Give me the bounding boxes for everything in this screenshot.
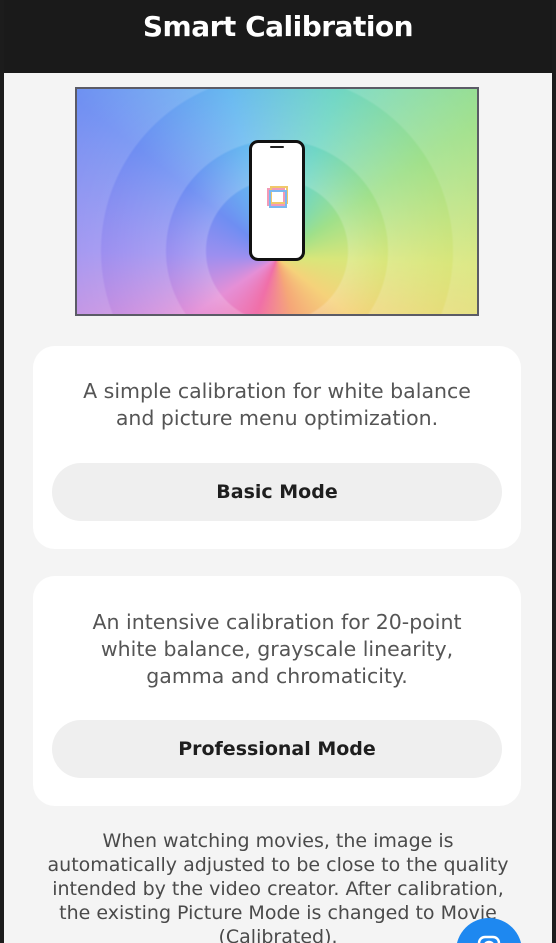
phone-notch bbox=[270, 146, 284, 148]
smart-calibration-screen: Smart Calibration A simple calibration f… bbox=[4, 0, 552, 943]
professional-mode-description: An intensive calibration for 20-point wh… bbox=[92, 610, 462, 688]
basic-mode-description: A simple calibration for white balance a… bbox=[83, 379, 471, 430]
hero-illustration bbox=[75, 87, 479, 316]
app-header: Smart Calibration bbox=[4, 0, 552, 73]
camera-icon bbox=[477, 935, 501, 943]
professional-mode-card: An intensive calibration for 20-point wh… bbox=[33, 576, 521, 806]
page-title: Smart Calibration bbox=[142, 10, 414, 43]
basic-mode-card: A simple calibration for white balance a… bbox=[33, 346, 521, 549]
calibration-info-text: When watching movies, the image is autom… bbox=[47, 830, 509, 943]
basic-mode-button[interactable]: Basic Mode bbox=[52, 463, 502, 521]
phone-illustration bbox=[249, 140, 305, 261]
calibration-logo-icon bbox=[267, 186, 288, 208]
professional-mode-button[interactable]: Professional Mode bbox=[52, 720, 502, 778]
